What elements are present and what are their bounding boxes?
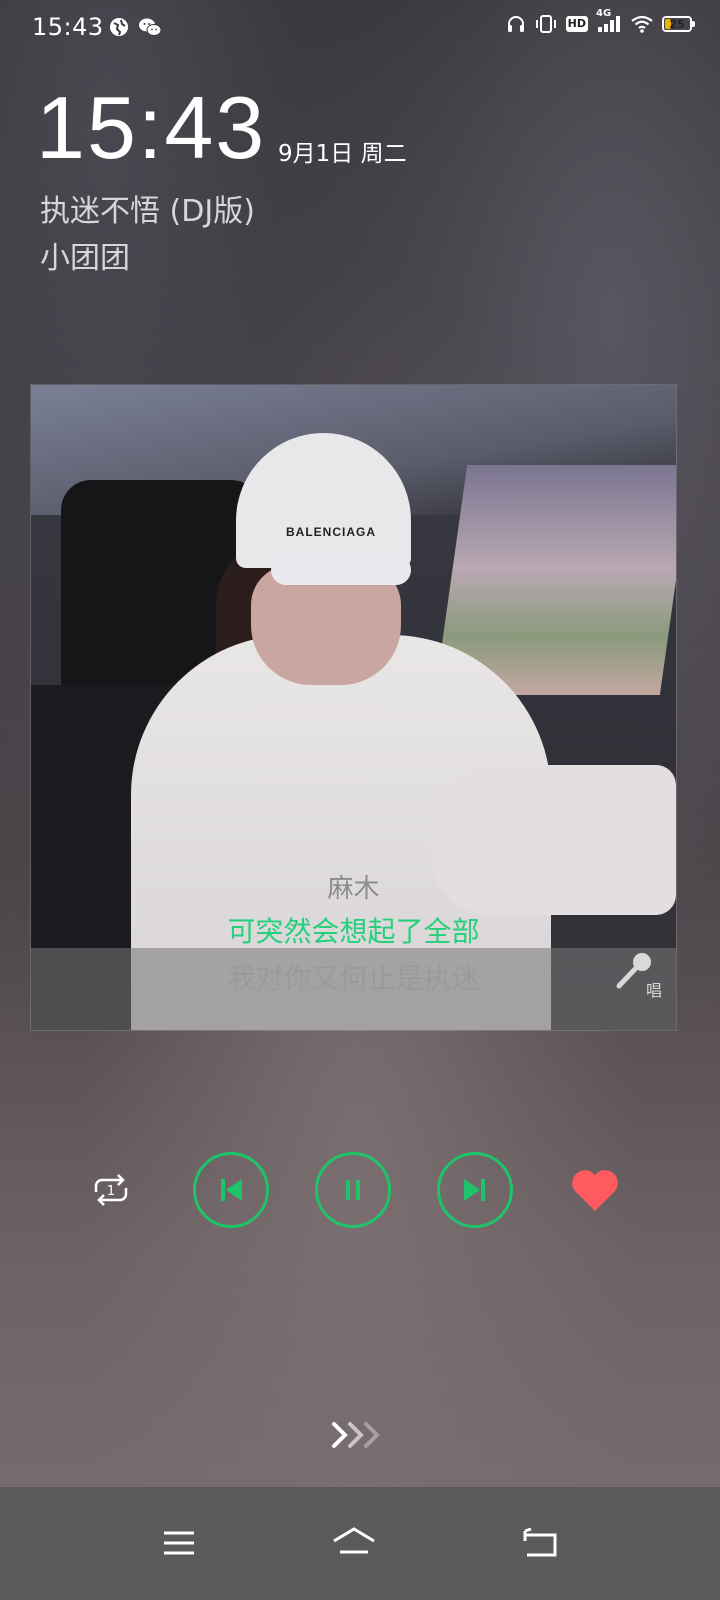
home-icon xyxy=(330,1526,378,1560)
lyric-current: 可突然会想起了全部 xyxy=(227,915,480,948)
network-type-label: 4G xyxy=(596,8,612,19)
artist-name: 小团团 xyxy=(40,241,130,276)
skip-previous-icon xyxy=(216,1175,246,1205)
cover-art-cap-brim xyxy=(271,555,411,585)
favorite-button[interactable] xyxy=(570,1166,620,1214)
back-icon xyxy=(521,1527,561,1559)
sing-button[interactable]: 唱 xyxy=(612,949,662,1000)
repeat-one-icon: 1 xyxy=(88,1170,134,1210)
song-title: 执迷不悟 (DJ版) xyxy=(40,194,255,229)
skip-next-icon xyxy=(460,1175,490,1205)
album-cover[interactable]: BALENCIAGA 麻木 可突然会想起了全部 我对你又何止是执迷 唱 xyxy=(31,385,676,1030)
status-right-icons: HD 4G 25 xyxy=(506,8,695,34)
heart-icon xyxy=(570,1167,620,1213)
wifi-icon xyxy=(630,14,654,34)
lyric-next: 我对你又何止是执迷 xyxy=(227,962,480,995)
previous-track-button[interactable] xyxy=(193,1152,269,1228)
battery-icon: 25 xyxy=(662,16,695,32)
sing-label: 唱 xyxy=(645,981,662,1000)
pause-icon xyxy=(338,1175,368,1205)
lockscreen-clock: 15:43 xyxy=(36,78,267,177)
status-time: 15:43 xyxy=(32,13,104,41)
lockscreen-date: 9月1日 周二 xyxy=(278,141,407,167)
cap-brand-text: BALENCIAGA xyxy=(286,525,376,539)
globe-icon xyxy=(108,16,130,38)
next-track-button[interactable] xyxy=(437,1152,513,1228)
wechat-icon xyxy=(138,16,162,38)
vibrate-icon xyxy=(534,14,558,34)
chevron-right-icon xyxy=(328,1418,392,1452)
swipe-unlock-hint[interactable] xyxy=(328,1418,392,1452)
pause-button[interactable] xyxy=(315,1152,391,1228)
signal-4g-icon: 4G xyxy=(596,8,622,34)
status-bar: 15:43 HD 4G 25 xyxy=(0,0,720,56)
navigation-bar xyxy=(0,1487,720,1600)
status-left-icons xyxy=(108,16,162,38)
home-button[interactable] xyxy=(330,1523,378,1563)
repeat-count: 1 xyxy=(107,1184,115,1199)
lyric-previous: 麻木 xyxy=(327,874,380,904)
headphones-icon xyxy=(506,14,526,34)
battery-percent: 25 xyxy=(669,17,685,31)
menu-button[interactable] xyxy=(157,1523,201,1563)
repeat-one-button[interactable]: 1 xyxy=(88,1170,134,1210)
playback-controls: 1 xyxy=(0,1150,720,1230)
back-button[interactable] xyxy=(519,1523,563,1563)
menu-icon xyxy=(161,1528,197,1558)
hd-icon: HD xyxy=(565,16,588,32)
